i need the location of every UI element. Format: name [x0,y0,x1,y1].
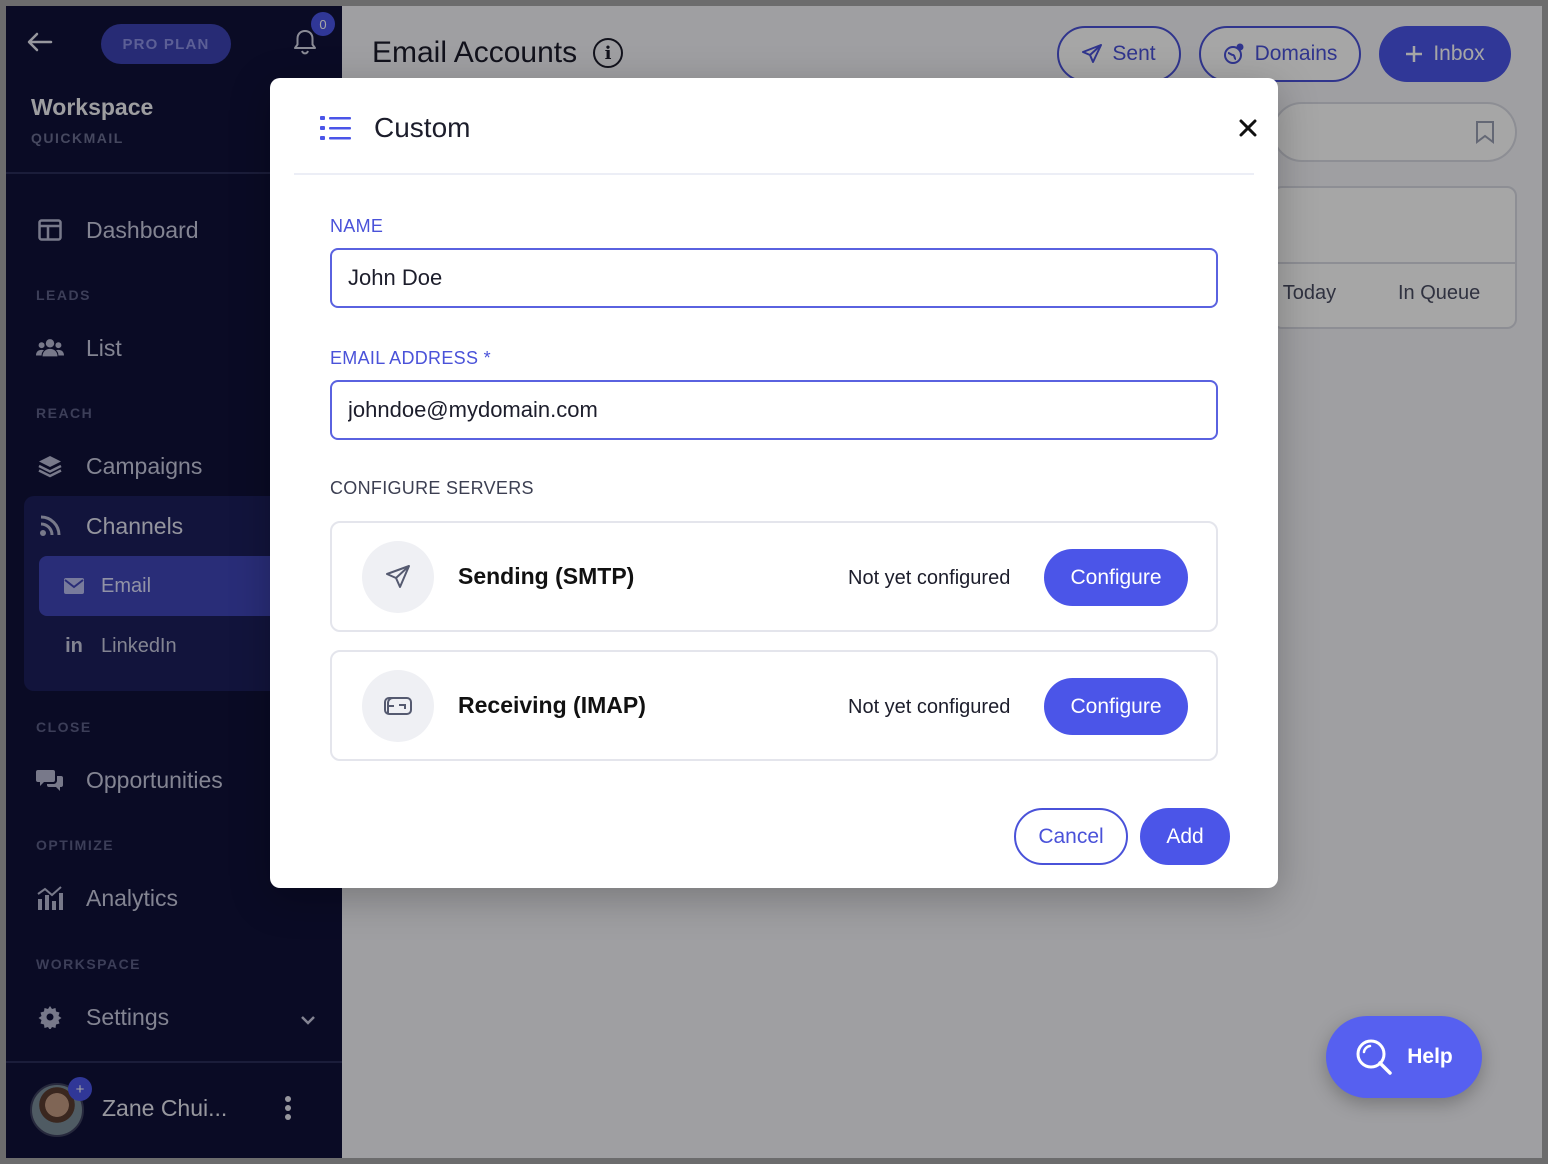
email-input[interactable] [330,380,1218,440]
name-label: NAME [330,216,384,236]
list-icon [319,114,353,142]
add-button[interactable]: Add [1140,808,1230,865]
cancel-button[interactable]: Cancel [1014,808,1128,865]
modal-header: Custom [294,78,1257,175]
paper-plane-icon [362,541,434,613]
email-label: EMAIL ADDRESS * [330,348,491,368]
configure-imap-button[interactable]: Configure [1044,678,1188,735]
help-label: Help [1407,1045,1453,1068]
smtp-server-card: Sending (SMTP) Not yet configured Config… [330,521,1218,632]
mailbox-icon [362,670,434,742]
help-button[interactable]: Help [1326,1016,1482,1098]
smtp-server-name: Sending (SMTP) [458,563,635,589]
configure-smtp-button[interactable]: Configure [1044,549,1188,606]
imap-server-status: Not yet configured [848,696,1011,718]
imap-server-card: Receiving (IMAP) Not yet configured Conf… [330,650,1218,761]
imap-server-name: Receiving (IMAP) [458,692,646,718]
configure-servers-label: CONFIGURE SERVERS [330,478,534,498]
custom-account-modal: Custom NAME EMAIL ADDRESS * CONFIGURE SE… [270,78,1278,888]
modal-title: Custom [374,112,471,143]
smtp-server-status: Not yet configured [848,567,1011,589]
close-icon[interactable] [1234,114,1262,142]
search-icon [1356,1039,1392,1075]
name-input[interactable] [330,248,1218,308]
